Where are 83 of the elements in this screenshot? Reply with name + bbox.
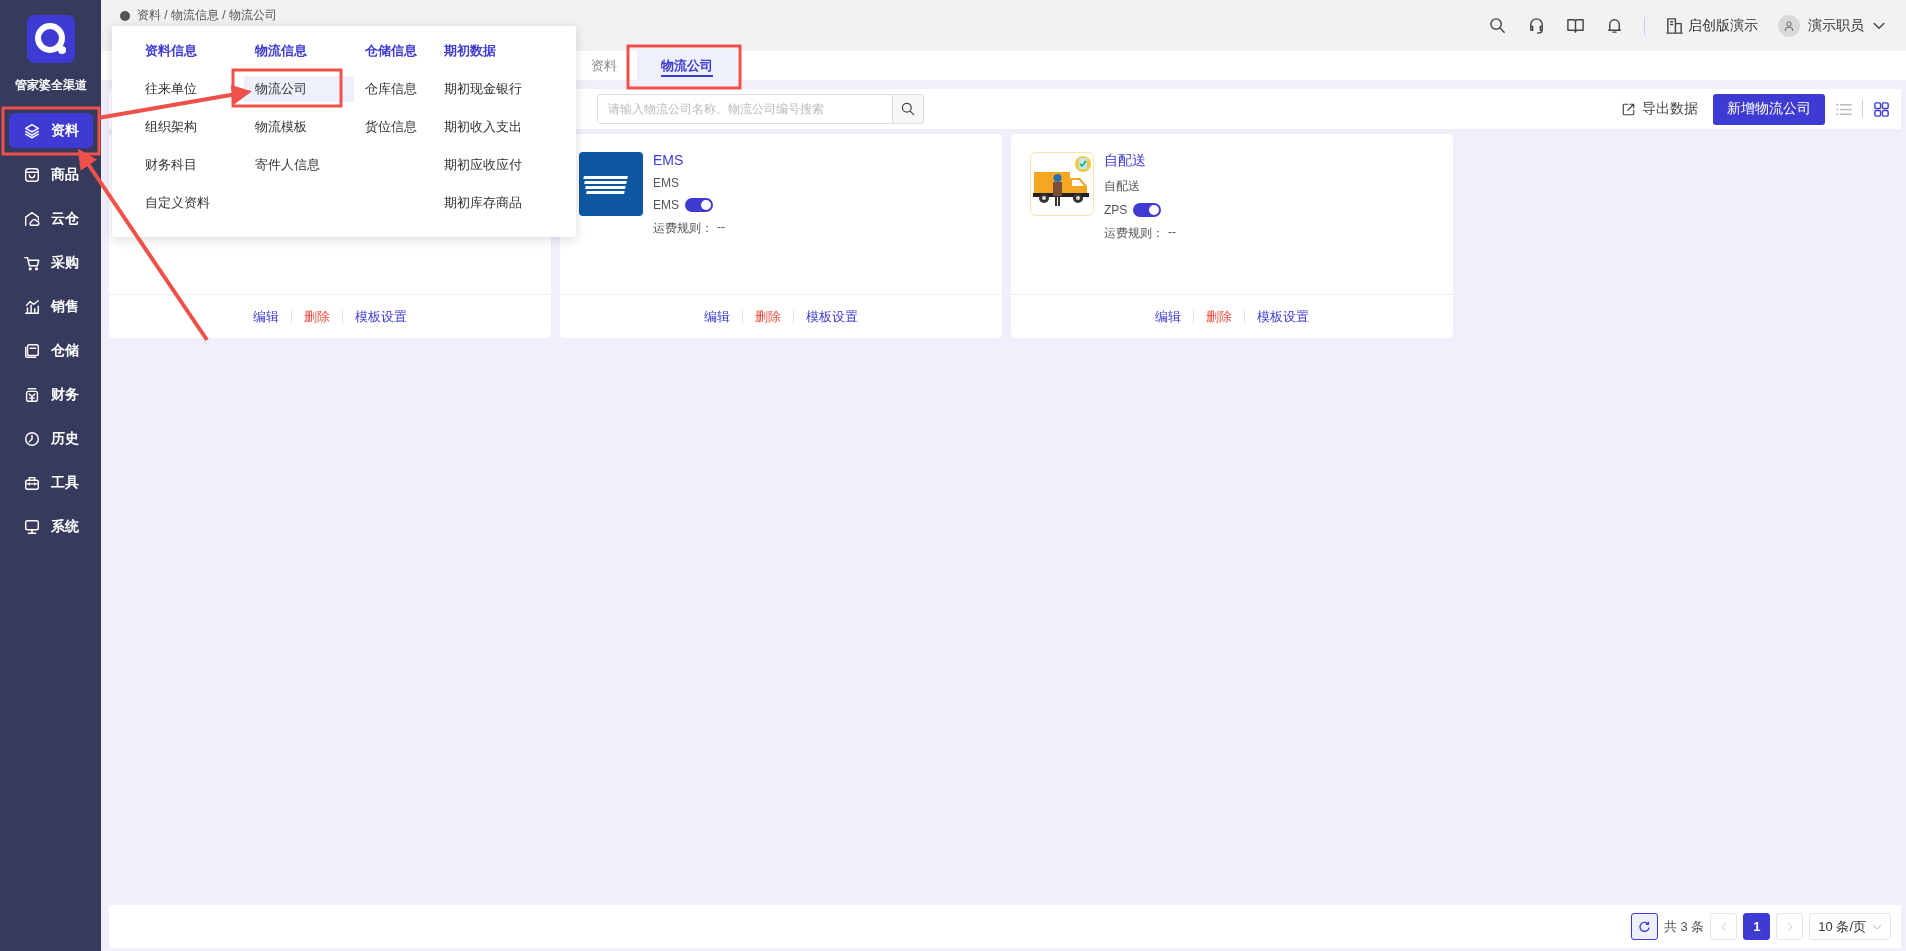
sidebar-item[interactable]: 商品 [8,157,93,192]
user-name[interactable]: 演示职员 [1808,16,1864,35]
card-action-link[interactable]: 编辑 [692,309,742,324]
card-action-link[interactable]: 模板设置 [793,309,870,324]
rule-label: 运费规则： [653,220,713,237]
avatar-icon[interactable] [1778,14,1800,37]
card-action-link[interactable]: 编辑 [241,309,291,324]
sidebar-item[interactable]: 销售 [8,289,93,324]
sidebar-item[interactable]: 采购 [8,245,93,280]
menu-item[interactable]: 自定义资料 [134,190,244,216]
stack-icon [22,341,41,360]
app-logo-icon [26,15,75,63]
page-size-select[interactable]: 10 条/页 [1809,913,1891,940]
search-button[interactable] [893,94,924,124]
company-code: EMS [653,198,679,212]
sidebar-item[interactable]: 系统 [8,509,93,544]
toggle-switch[interactable] [685,198,713,212]
menu-heading: 仓储信息 [364,42,418,60]
layers-icon [22,121,41,140]
rule-label: 运费规则： [1104,225,1164,242]
card-action-link[interactable]: 模板设置 [1244,309,1321,324]
book-icon[interactable] [1566,16,1585,35]
card-action-link[interactable]: 删除 [291,309,342,324]
card-action-link[interactable]: 删除 [1193,309,1244,324]
company-name[interactable]: 自配送 [1104,152,1176,170]
tab[interactable]: 资料 [571,51,637,80]
menu-item[interactable]: 仓库信息 [354,76,433,102]
menu-item[interactable]: 寄件人信息 [244,152,354,178]
location-icon [120,10,130,21]
refresh-button[interactable] [1630,913,1658,940]
breadcrumb: 资料 / 物流信息 / 物流公司 [137,7,277,24]
app-name: 管家婆全渠道 [14,77,87,94]
sidebar-item[interactable]: 资料 [8,113,93,148]
card-action-link[interactable]: 删除 [742,309,793,324]
sidebar-item[interactable]: 工具 [8,465,93,500]
menu-item[interactable]: 货位信息 [354,114,433,140]
card-action-link[interactable]: 模板设置 [342,309,419,324]
card-action-link[interactable]: 编辑 [1143,309,1193,324]
logo-image [579,152,643,216]
menu-item[interactable]: 物流公司 [244,76,354,102]
export-button[interactable]: 导出数据 [1615,99,1704,119]
company-name[interactable]: EMS [653,152,725,168]
sidebar-item[interactable]: 历史 [8,421,93,456]
search-icon[interactable] [1488,16,1507,35]
rule-value: -- [1168,225,1176,241]
export-icon [1621,101,1636,117]
clock-icon [22,429,41,448]
company-code: ZPS [1104,203,1128,217]
add-button[interactable]: 新增物流公司 [1713,93,1825,125]
total-count: 共 3 条 [1663,917,1705,936]
cloud-house-icon [22,209,41,228]
chart-icon [22,297,41,316]
refresh-icon [1637,919,1651,934]
delivery-van-drawing [1030,152,1094,216]
menu-item[interactable]: 期初现金银行 [433,76,553,102]
page-button[interactable]: 1 [1743,913,1771,940]
menu-item[interactable]: 期初库存商品 [433,190,553,216]
menu-item[interactable]: 期初收入支出 [433,114,553,140]
monitor-icon [22,517,41,536]
company-subtitle: EMS [653,176,680,190]
menu-heading: 物流信息 [254,42,308,60]
toggle-switch[interactable] [1133,203,1162,217]
menu-item[interactable]: 往来单位 [134,76,244,102]
menu-heading: 期初数据 [443,42,497,60]
search-field[interactable]: 请输入物流公司名称、物流公司编号搜索 [597,94,893,124]
company-subtitle: 自配送 [1104,178,1141,195]
menu-heading: 资料信息 [144,42,198,60]
grid-view-icon[interactable] [1872,99,1891,119]
building-icon [1665,16,1684,35]
company-name[interactable]: 启创版演示 [1688,16,1758,35]
sidebar-item[interactable]: 云仓 [8,201,93,236]
rule-value: -- [717,220,725,236]
headset-icon[interactable] [1527,16,1546,35]
sidebar-item[interactable]: 仓储 [8,333,93,368]
bell-icon[interactable] [1605,16,1624,35]
tab[interactable]: 物流公司 [637,51,737,80]
bag-icon [22,165,41,184]
menu-item[interactable]: 组织架构 [134,114,244,140]
menu-item[interactable]: 期初应收应付 [433,152,553,178]
search-icon [900,101,916,117]
menu-item[interactable]: 财务科目 [134,152,244,178]
menu-item[interactable]: 物流模板 [244,114,354,140]
sidebar-item[interactable]: 财务 [8,377,93,412]
